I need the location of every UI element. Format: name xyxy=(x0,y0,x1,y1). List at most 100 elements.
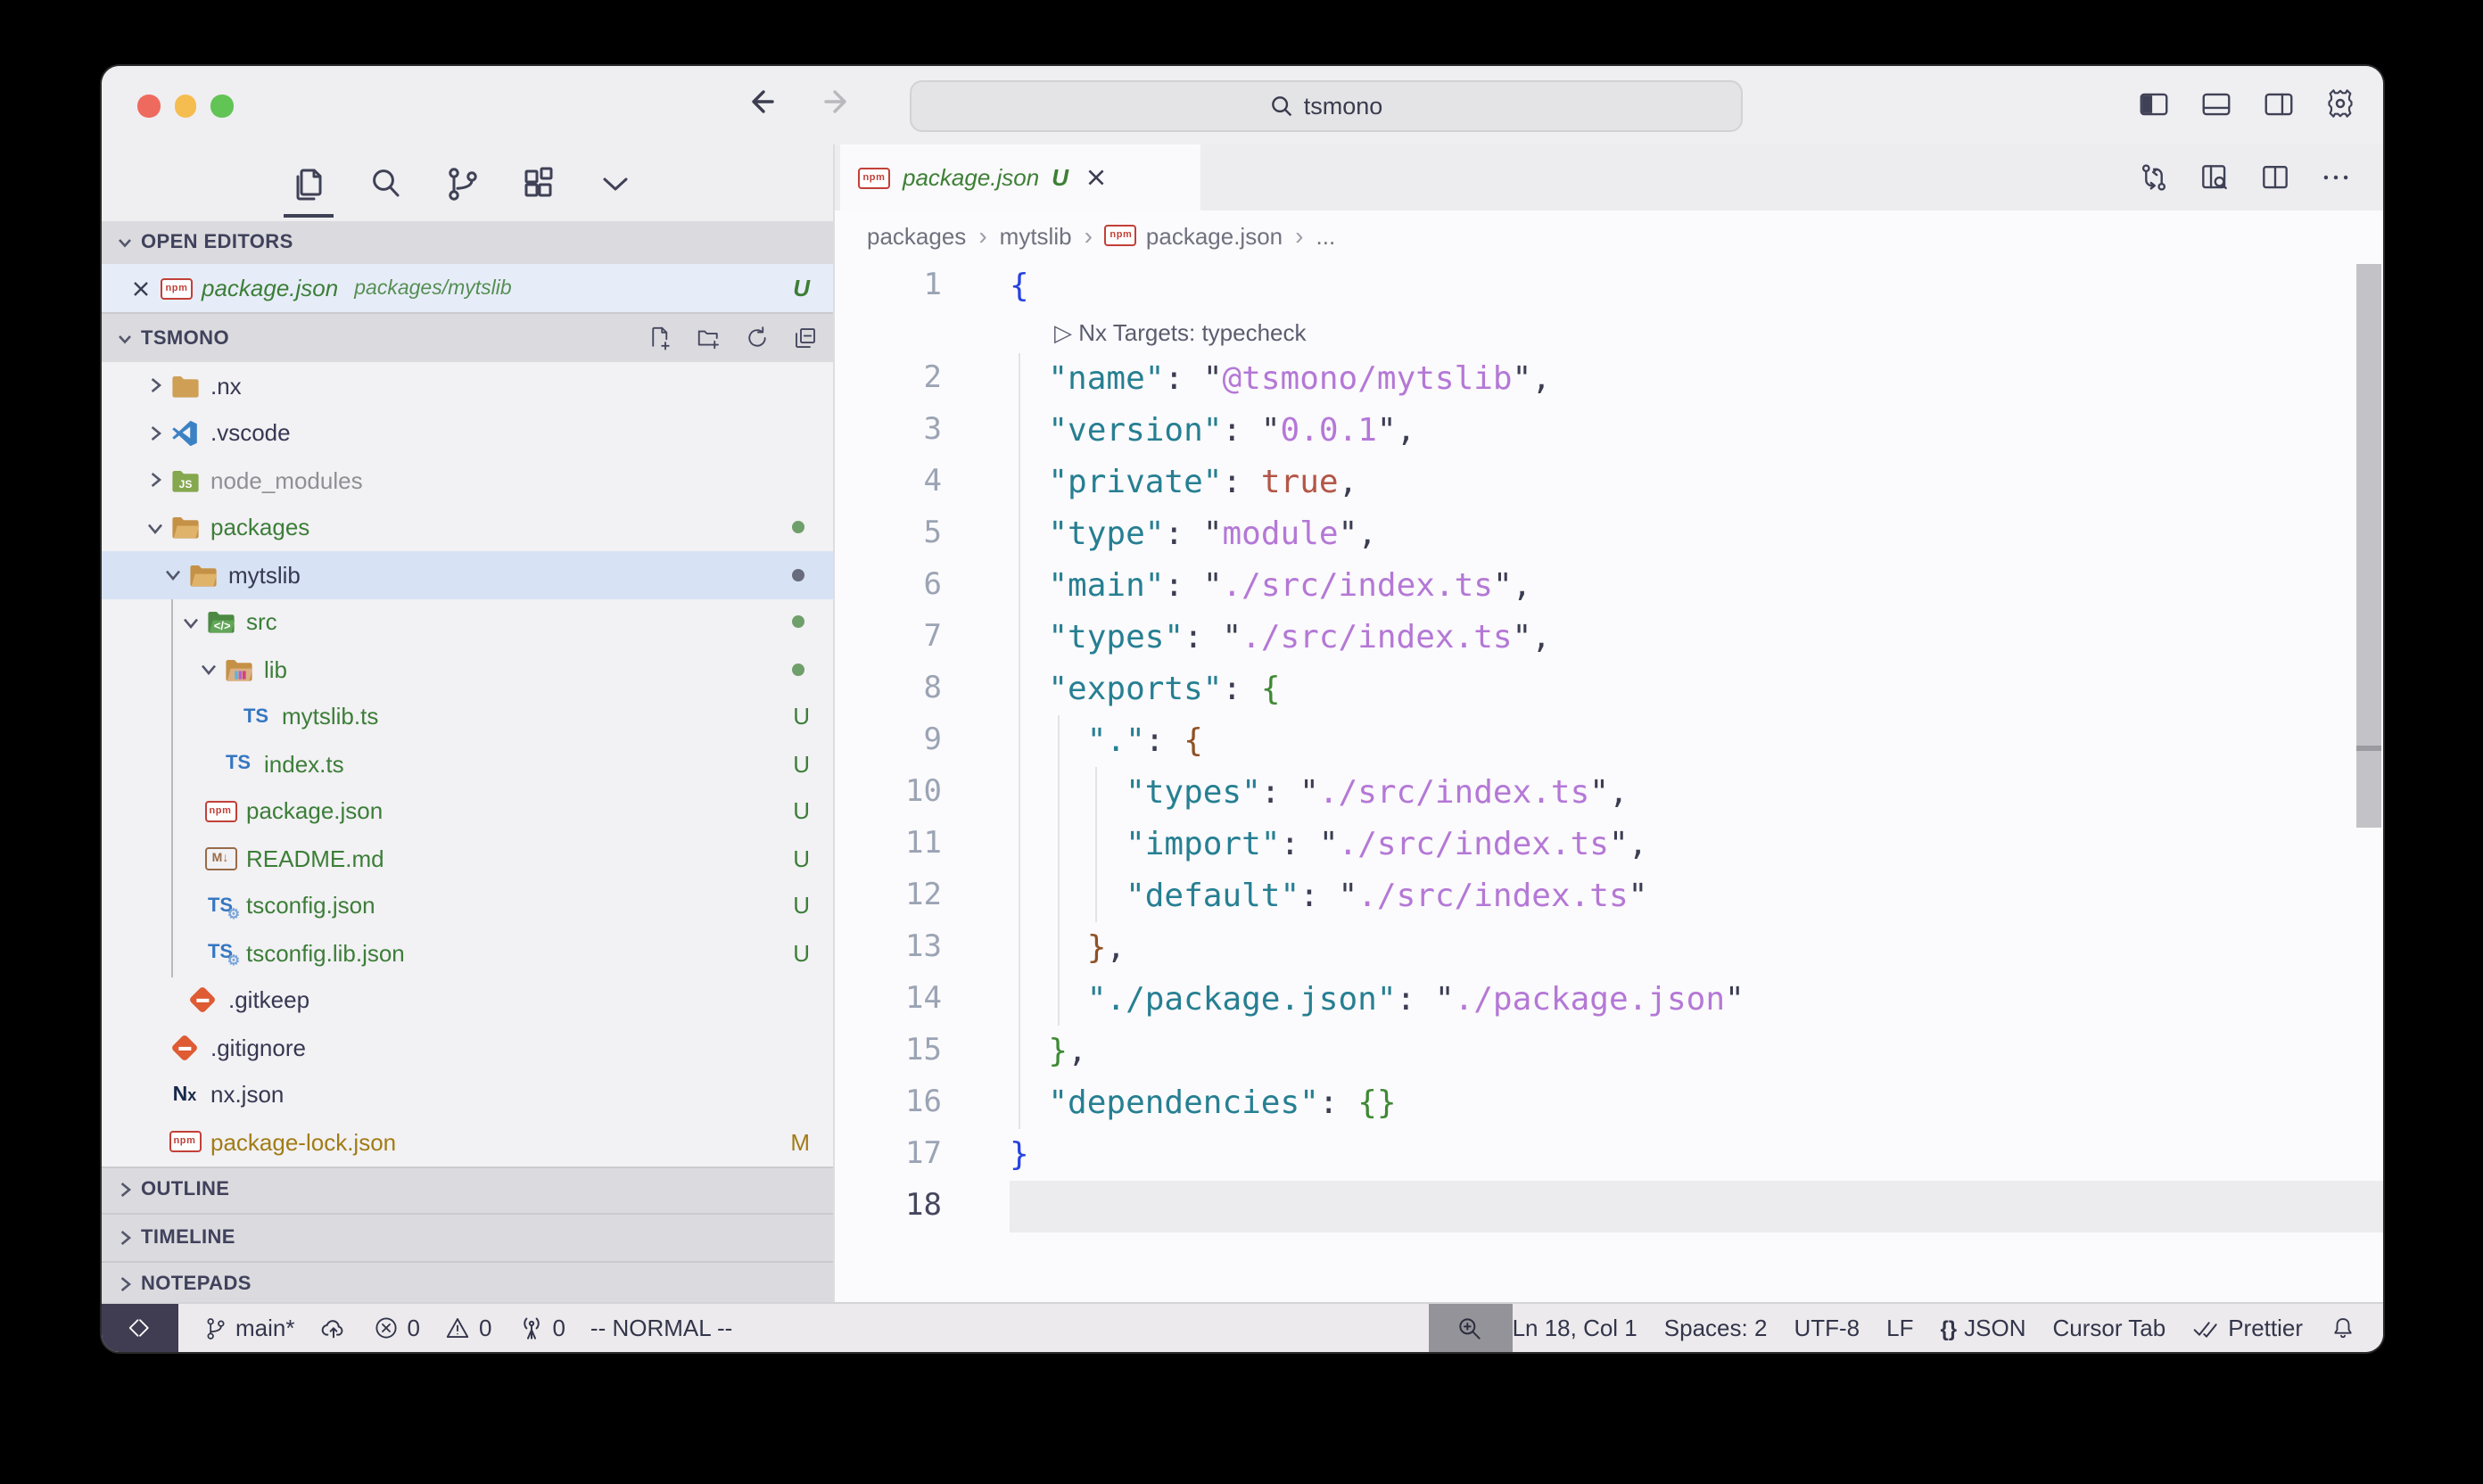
code-line-6[interactable]: 6 "main": "./src/index.ts", xyxy=(835,560,2383,612)
split-icon[interactable] xyxy=(2258,161,2292,194)
close-window-button[interactable] xyxy=(137,95,160,117)
code-line-16[interactable]: 16 "dependencies": {} xyxy=(835,1077,2383,1129)
new-folder-icon[interactable] xyxy=(694,324,722,352)
source-control-icon[interactable] xyxy=(441,161,483,204)
statusbar-ports[interactable]: 0 xyxy=(516,1314,565,1342)
tree-item-mytslib-ts[interactable]: TSmytslib.tsU xyxy=(102,693,833,740)
panel-right-icon[interactable] xyxy=(2260,86,2296,121)
tree-item-mytslib[interactable]: mytslib xyxy=(102,551,833,598)
close-icon[interactable] xyxy=(130,277,152,299)
code-line-12[interactable]: 12 "default": "./src/index.ts" xyxy=(835,870,2383,922)
chevron-down-icon[interactable] xyxy=(594,161,637,204)
sync-icon[interactable] xyxy=(2137,161,2171,194)
statusbar-git-branch[interactable]: main* xyxy=(203,1315,295,1341)
forward-arrow-icon[interactable] xyxy=(819,84,854,120)
sidebar-section-notepads[interactable]: NOTEPADS xyxy=(102,1260,833,1307)
code-line-14[interactable]: 14 "./package.json": "./package.json" xyxy=(835,974,2383,1026)
new-file-icon[interactable] xyxy=(646,324,674,352)
tree-item-readme-md[interactable]: M↓README.mdU xyxy=(102,835,833,882)
search-icon[interactable] xyxy=(364,161,407,204)
sidebar-section-outline[interactable]: OUTLINE xyxy=(102,1166,833,1213)
statusbar-screencast-zoom[interactable] xyxy=(1429,1304,1513,1352)
tree-item-src[interactable]: </>src xyxy=(102,598,833,646)
back-arrow-icon[interactable] xyxy=(744,84,780,120)
statusbar-notifications[interactable] xyxy=(2330,1315,2356,1341)
code-line-3[interactable]: 3 "version": "0.0.1", xyxy=(835,405,2383,457)
ellipsis-icon[interactable] xyxy=(2319,161,2353,194)
tree-item--vscode[interactable]: .vscode xyxy=(102,409,833,457)
tree-item-nx-json[interactable]: Nxnx.json xyxy=(102,1071,833,1118)
panel-left-icon[interactable] xyxy=(2135,86,2171,121)
sidebar-section-timeline[interactable]: TIMELINE xyxy=(102,1213,833,1260)
breadcrumb-item[interactable]: mytslib xyxy=(1000,222,1072,249)
refresh-icon[interactable] xyxy=(742,324,771,352)
tab-label: package.json xyxy=(903,164,1039,191)
explorer-icon[interactable] xyxy=(287,161,330,204)
statusbar-publish[interactable] xyxy=(320,1314,349,1342)
tab-package-json[interactable]: npm package.json U xyxy=(840,144,1200,210)
code-line-9[interactable]: 9 ".": { xyxy=(835,715,2383,767)
collapse-all-icon[interactable] xyxy=(790,324,819,352)
statusbar-warnings[interactable]: 0 xyxy=(445,1315,491,1341)
extensions-icon[interactable] xyxy=(517,161,560,204)
statusbar-errors[interactable]: 0 xyxy=(374,1315,420,1341)
tree-item-packages[interactable]: packages xyxy=(102,504,833,551)
breadcrumb-item[interactable]: ... xyxy=(1316,222,1336,249)
statusbar-encoding[interactable]: UTF-8 xyxy=(1794,1315,1860,1341)
code-line-17[interactable]: 17} xyxy=(835,1129,2383,1181)
command-center-search[interactable]: tsmono xyxy=(910,80,1743,132)
chevron-down-icon[interactable] xyxy=(141,519,168,537)
zoom-window-button[interactable] xyxy=(210,95,233,117)
code-line-10[interactable]: 10 "types": "./src/index.ts", xyxy=(835,767,2383,819)
code-editor[interactable]: 1{▷ Nx Targets: typecheck2 "name": "@tsm… xyxy=(835,260,2383,1304)
git-status-badge: U xyxy=(793,893,810,919)
code-line-4[interactable]: 4 "private": true, xyxy=(835,457,2383,508)
code-line-1[interactable]: 1{ xyxy=(835,260,2383,312)
statusbar-vim-mode[interactable]: -- NORMAL -- xyxy=(590,1315,732,1341)
tree-item-index-ts[interactable]: TSindex.tsU xyxy=(102,740,833,787)
tree-item--gitignore[interactable]: .gitignore xyxy=(102,1024,833,1071)
statusbar-cursor-position[interactable]: Ln 18, Col 1 xyxy=(1513,1315,1637,1341)
code-line-5[interactable]: 5 "type": "module", xyxy=(835,508,2383,560)
code-line-7[interactable]: 7 "types": "./src/index.ts", xyxy=(835,612,2383,664)
tree-item-package-lock-json[interactable]: npmpackage-lock.jsonM xyxy=(102,1118,833,1166)
chevron-down-icon[interactable] xyxy=(194,661,221,679)
breadcrumb-item[interactable]: npmpackage.json xyxy=(1105,222,1283,249)
close-tab-icon[interactable] xyxy=(1085,166,1108,189)
tree-item-node-modules[interactable]: JSnode_modules xyxy=(102,457,833,504)
code-line-11[interactable]: 11 "import": "./src/index.ts", xyxy=(835,819,2383,870)
open-editor-item[interactable]: npm package.json packages/mytslib U xyxy=(102,264,833,312)
statusbar-eol[interactable]: LF xyxy=(1886,1315,1913,1341)
code-line-8[interactable]: 8 "exports": { xyxy=(835,664,2383,715)
chevron-down-icon[interactable] xyxy=(177,614,203,631)
tree-item--nx[interactable]: .nx xyxy=(102,362,833,409)
explorer-section-header[interactable]: TSMONO xyxy=(102,312,833,362)
chevron-right-icon[interactable] xyxy=(141,472,168,490)
open-editors-header[interactable]: OPEN EDITORS xyxy=(102,221,833,264)
tree-item-package-json[interactable]: npmpackage.jsonU xyxy=(102,787,833,835)
breadcrumb-item[interactable]: packages xyxy=(867,222,966,249)
chevron-right-icon[interactable] xyxy=(141,377,168,395)
panel-bottom-icon[interactable] xyxy=(2198,86,2233,121)
minimize-window-button[interactable] xyxy=(174,95,196,117)
code-line-18[interactable]: 18 xyxy=(835,1181,2383,1233)
tree-item-tsconfig-lib-json[interactable]: TStsconfig.lib.jsonU xyxy=(102,929,833,977)
statusbar-indentation[interactable]: Spaces: 2 xyxy=(1664,1315,1768,1341)
statusbar-formatter[interactable]: Prettier xyxy=(2192,1314,2303,1342)
code-line-13[interactable]: 13 }, xyxy=(835,922,2383,974)
tree-item--gitkeep[interactable]: .gitkeep xyxy=(102,977,833,1024)
statusbar-cursor-tab[interactable]: Cursor Tab xyxy=(2053,1315,2166,1341)
preview-icon[interactable] xyxy=(2198,161,2231,194)
chevron-right-icon[interactable] xyxy=(141,425,168,442)
statusbar-language-mode[interactable]: {}JSON xyxy=(1940,1315,2025,1341)
tree-item-lib[interactable]: lib xyxy=(102,646,833,693)
codelens-nx-targets[interactable]: ▷ Nx Targets: typecheck xyxy=(835,312,2383,353)
statusbar-remote-indicator[interactable] xyxy=(102,1304,178,1352)
line-number: 16 xyxy=(835,1077,942,1129)
tree-item-tsconfig-json[interactable]: TStsconfig.jsonU xyxy=(102,882,833,929)
code-line-2[interactable]: 2 "name": "@tsmono/mytslib", xyxy=(835,353,2383,405)
code-line-15[interactable]: 15 }, xyxy=(835,1026,2383,1077)
line-number: 12 xyxy=(835,870,942,922)
chevron-down-icon[interactable] xyxy=(159,566,186,584)
gear-icon[interactable] xyxy=(2322,86,2358,121)
